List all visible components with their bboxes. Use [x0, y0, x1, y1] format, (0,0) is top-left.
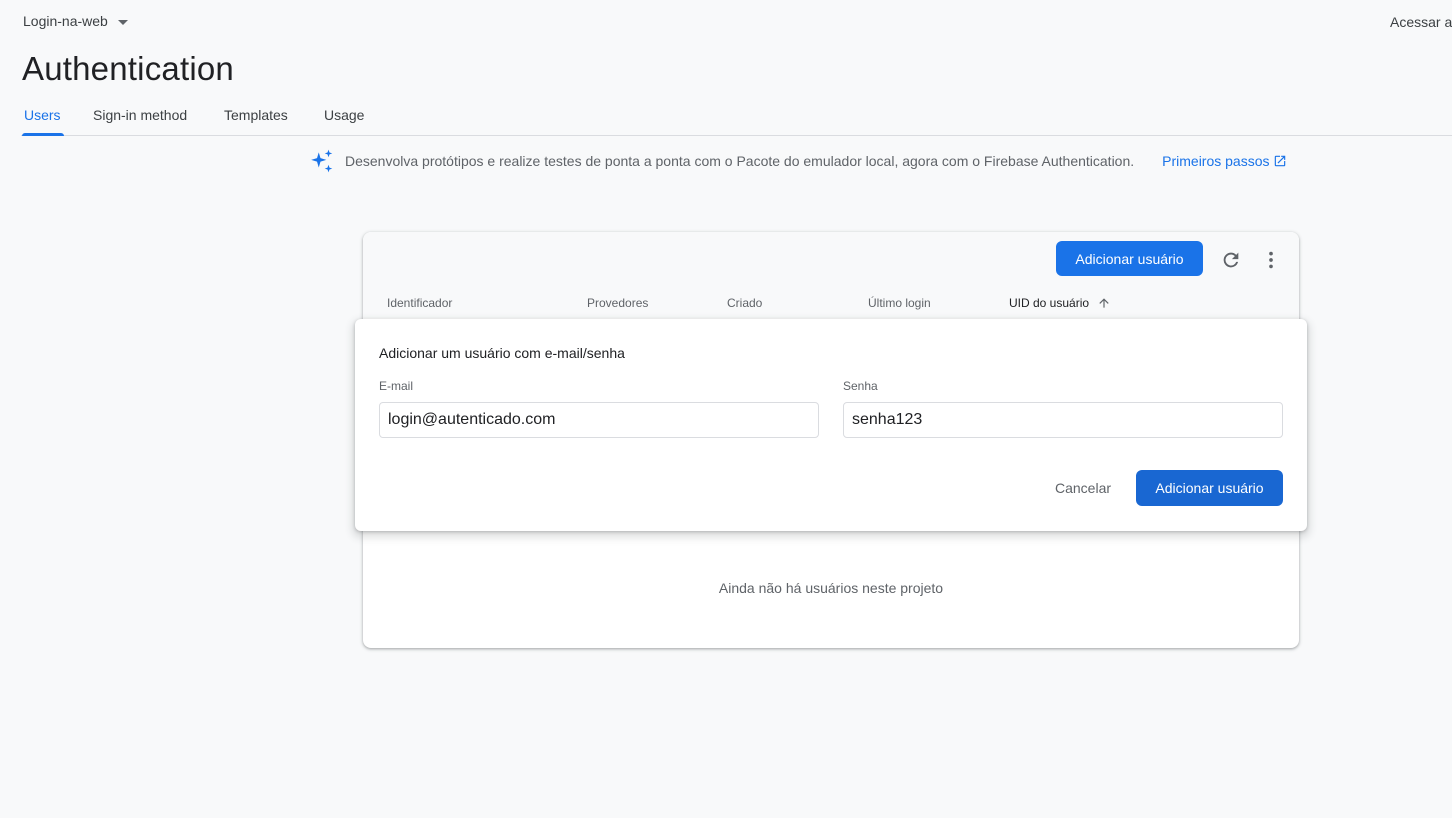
column-providers[interactable]: Provedores: [587, 296, 648, 310]
arrow-up-icon: [1099, 298, 1109, 308]
page-title: Authentication: [22, 50, 234, 87]
project-name: Login-na-web: [23, 13, 108, 29]
tab-sign-in-method[interactable]: Sign-in method: [93, 107, 187, 135]
refresh-icon[interactable]: [1219, 248, 1243, 272]
password-field[interactable]: [843, 402, 1283, 438]
caret-down-icon: [117, 19, 128, 25]
more-vert-icon[interactable]: [1259, 248, 1283, 272]
open-in-new-icon: [1274, 155, 1285, 167]
access-link[interactable]: Acessar a: [1390, 14, 1452, 30]
sparkle-icon: [311, 149, 333, 173]
tab-bar: Users Sign-in method Templates Usage: [21, 100, 1452, 136]
project-switcher[interactable]: Login-na-web: [23, 13, 128, 29]
tab-usage[interactable]: Usage: [324, 107, 364, 135]
add-user-button[interactable]: Adicionar usuário: [1056, 241, 1203, 276]
column-last-login[interactable]: Último login: [868, 296, 931, 310]
column-user-uid-label: UID do usuário: [1009, 296, 1090, 310]
cancel-button[interactable]: Cancelar: [1043, 470, 1123, 506]
emulator-banner: Desenvolva protótipos e realize testes d…: [309, 148, 1287, 174]
empty-state-message: Ainda não há usuários neste projeto: [718, 580, 944, 596]
email-label: E-mail: [379, 379, 414, 393]
table-header: Adicionar usuário Identificador Provedor…: [363, 232, 1299, 318]
column-user-uid[interactable]: UID do usuário: [1009, 296, 1111, 310]
column-identifier[interactable]: Identificador: [387, 296, 452, 310]
submit-add-user-button[interactable]: Adicionar usuário: [1136, 470, 1283, 506]
banner-text: Desenvolva protótipos e realize testes d…: [345, 153, 1135, 169]
password-label: Senha: [843, 379, 878, 393]
dialog-title: Adicionar um usuário com e-mail/senha: [379, 345, 625, 361]
column-created[interactable]: Criado: [727, 296, 762, 310]
add-user-dialog: Adicionar um usuário com e-mail/senha E-…: [355, 319, 1307, 531]
tab-templates[interactable]: Templates: [224, 107, 288, 135]
getting-started-link[interactable]: Primeiros passos: [1162, 153, 1286, 169]
tab-users[interactable]: Users: [22, 107, 64, 136]
email-field[interactable]: [379, 402, 819, 438]
getting-started-label: Primeiros passos: [1162, 153, 1270, 169]
